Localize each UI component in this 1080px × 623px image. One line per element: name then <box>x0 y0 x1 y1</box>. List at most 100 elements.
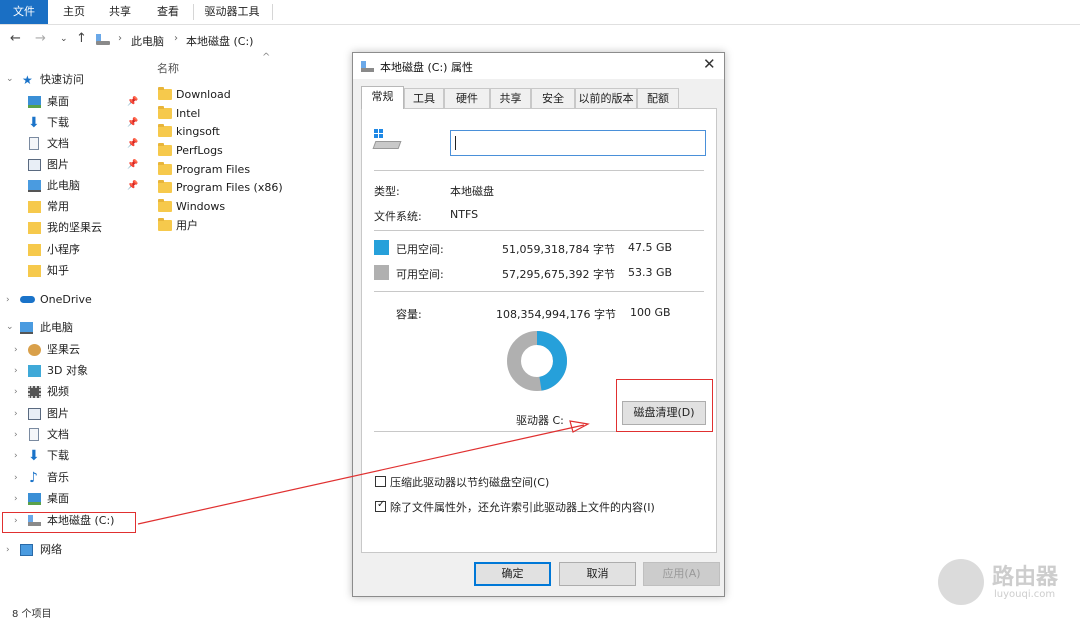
index-checkbox[interactable]: ✓ <box>375 499 386 512</box>
breadcrumb-this-pc[interactable]: 此电脑 <box>131 33 164 49</box>
drive-icon <box>96 34 110 45</box>
chevron-right-icon[interactable]: › <box>14 409 18 419</box>
tab-sharing[interactable]: 共享 <box>490 88 531 108</box>
drive-name-input[interactable] <box>450 130 706 156</box>
highlight-local-disk <box>2 512 136 533</box>
free-space-bytes: 57,295,675,392 字节 <box>502 268 615 281</box>
nav-pictures[interactable]: 图片 <box>28 155 138 175</box>
cancel-button[interactable]: 取消 <box>559 562 636 586</box>
chevron-right-icon[interactable]: › <box>6 295 10 305</box>
nav-jianguoyun[interactable]: 坚果云 <box>28 340 138 360</box>
tab-drive-tools[interactable]: 驱动器工具 <box>198 0 266 24</box>
nav-documents[interactable]: 文档 <box>28 134 138 154</box>
pin-icon[interactable]: 📌 <box>127 181 138 191</box>
up-icon[interactable]: ↑ <box>76 31 87 46</box>
network-icon <box>20 544 33 556</box>
nav-zhihu[interactable]: 知乎 <box>28 261 138 281</box>
tab-quota[interactable]: 配额 <box>637 88 679 108</box>
tab-tools[interactable]: 工具 <box>404 88 444 108</box>
nav-music[interactable]: ♪ 音乐 <box>28 468 138 488</box>
filesystem-label: 文件系统: <box>374 210 422 223</box>
capacity-label: 容量: <box>396 308 422 321</box>
picture-icon <box>28 408 41 420</box>
chevron-right-icon[interactable]: › <box>14 366 18 376</box>
chevron-down-icon[interactable]: ⌄ <box>6 322 14 332</box>
compress-label[interactable]: 压缩此驱动器以节约磁盘空间(C) <box>390 474 549 490</box>
chevron-right-icon[interactable]: › <box>14 494 18 504</box>
ok-button[interactable]: 确定 <box>474 562 551 586</box>
sort-ascending-icon[interactable]: ^ <box>262 52 270 63</box>
desktop-icon <box>28 493 41 505</box>
nut-icon <box>28 344 41 356</box>
index-label[interactable]: 除了文件属性外，还允许索引此驱动器上文件的内容(I) <box>390 499 655 515</box>
compress-checkbox[interactable] <box>375 476 386 487</box>
chevron-right-icon[interactable]: › <box>14 430 18 440</box>
file-item[interactable]: 用户 <box>158 216 278 235</box>
file-item[interactable]: Windows <box>158 197 278 216</box>
chevron-right-icon[interactable]: › <box>6 545 10 555</box>
tab-general[interactable]: 常规 <box>361 86 404 109</box>
ribbon: 文件 主页 共享 查看 驱动器工具 <box>0 0 1080 25</box>
nav-pc-desktop[interactable]: 桌面 <box>28 489 138 509</box>
apply-button[interactable]: 应用(A) <box>643 562 720 586</box>
nav-quick-access[interactable]: ★ 快速访问 <box>22 70 142 90</box>
nav-my-jianguoyun[interactable]: 我的坚果云 <box>28 218 138 238</box>
computer-icon <box>28 180 41 192</box>
document-icon <box>29 137 39 150</box>
nav-common[interactable]: 常用 <box>28 197 138 217</box>
filesystem-value: NTFS <box>450 208 479 221</box>
nav-videos[interactable]: 视频 <box>28 382 138 402</box>
file-item[interactable]: Program Files (x86) <box>158 178 298 197</box>
nav-this-pc[interactable]: 此电脑 <box>20 318 140 338</box>
breadcrumb-local-disk[interactable]: 本地磁盘 (C:) <box>186 33 253 49</box>
nav-pc-pictures[interactable]: 图片 <box>28 404 138 424</box>
tab-previous-versions[interactable]: 以前的版本 <box>575 88 637 108</box>
download-icon: ⬇ <box>28 115 40 131</box>
usage-donut <box>507 331 567 391</box>
file-item[interactable]: Download <box>158 85 278 104</box>
tab-share[interactable]: 共享 <box>100 0 140 24</box>
ribbon-divider <box>193 4 194 20</box>
recent-locations-icon[interactable]: ⌄ <box>60 34 68 44</box>
file-item[interactable]: kingsoft <box>158 122 278 141</box>
chevron-right-icon[interactable]: › <box>14 473 18 483</box>
nav-3d-objects[interactable]: 3D 对象 <box>28 361 138 381</box>
tab-file[interactable]: 文件 <box>0 0 48 24</box>
music-note-icon: ♪ <box>29 470 38 486</box>
tab-view[interactable]: 查看 <box>148 0 188 24</box>
dialog-titlebar[interactable]: 本地磁盘 (C:) 属性 ✕ <box>353 53 724 79</box>
breadcrumb-separator: › <box>174 33 178 44</box>
pin-icon[interactable]: 📌 <box>127 160 138 170</box>
file-item[interactable]: Program Files <box>158 160 278 179</box>
chevron-right-icon[interactable]: › <box>14 387 18 397</box>
folder-icon <box>28 244 41 256</box>
drive-letter-label: 驱动器 C: <box>516 414 564 427</box>
chevron-right-icon[interactable]: › <box>14 451 18 461</box>
folder-icon <box>158 199 172 212</box>
nav-desktop[interactable]: 桌面 <box>28 92 138 112</box>
status-item-count: 8 个项目 <box>12 609 52 620</box>
nav-pc-documents[interactable]: 文档 <box>28 425 138 445</box>
file-item[interactable]: Intel <box>158 104 278 123</box>
nav-this-pc-quick[interactable]: 此电脑 <box>28 176 138 196</box>
close-icon[interactable]: ✕ <box>703 55 716 73</box>
tab-home[interactable]: 主页 <box>54 0 94 24</box>
chevron-down-icon[interactable]: ⌄ <box>6 74 14 84</box>
chevron-right-icon[interactable]: › <box>14 345 18 355</box>
file-item[interactable]: PerfLogs <box>158 141 278 160</box>
back-icon[interactable]: ← <box>10 31 21 46</box>
tab-hardware[interactable]: 硬件 <box>444 88 490 108</box>
nav-onedrive[interactable]: OneDrive <box>20 290 140 310</box>
free-space-label: 可用空间: <box>396 268 444 281</box>
nav-network[interactable]: 网络 <box>20 540 140 560</box>
column-header-name[interactable]: 名称 <box>157 60 179 76</box>
text-caret <box>455 136 456 150</box>
pin-icon[interactable]: 📌 <box>127 118 138 128</box>
pin-icon[interactable]: 📌 <box>127 97 138 107</box>
forward-icon[interactable]: → <box>35 31 46 46</box>
nav-mini-program[interactable]: 小程序 <box>28 240 138 260</box>
nav-downloads[interactable]: ⬇ 下载 <box>28 113 138 133</box>
tab-security[interactable]: 安全 <box>531 88 575 108</box>
pin-icon[interactable]: 📌 <box>127 139 138 149</box>
nav-pc-downloads[interactable]: ⬇ 下载 <box>28 446 138 466</box>
